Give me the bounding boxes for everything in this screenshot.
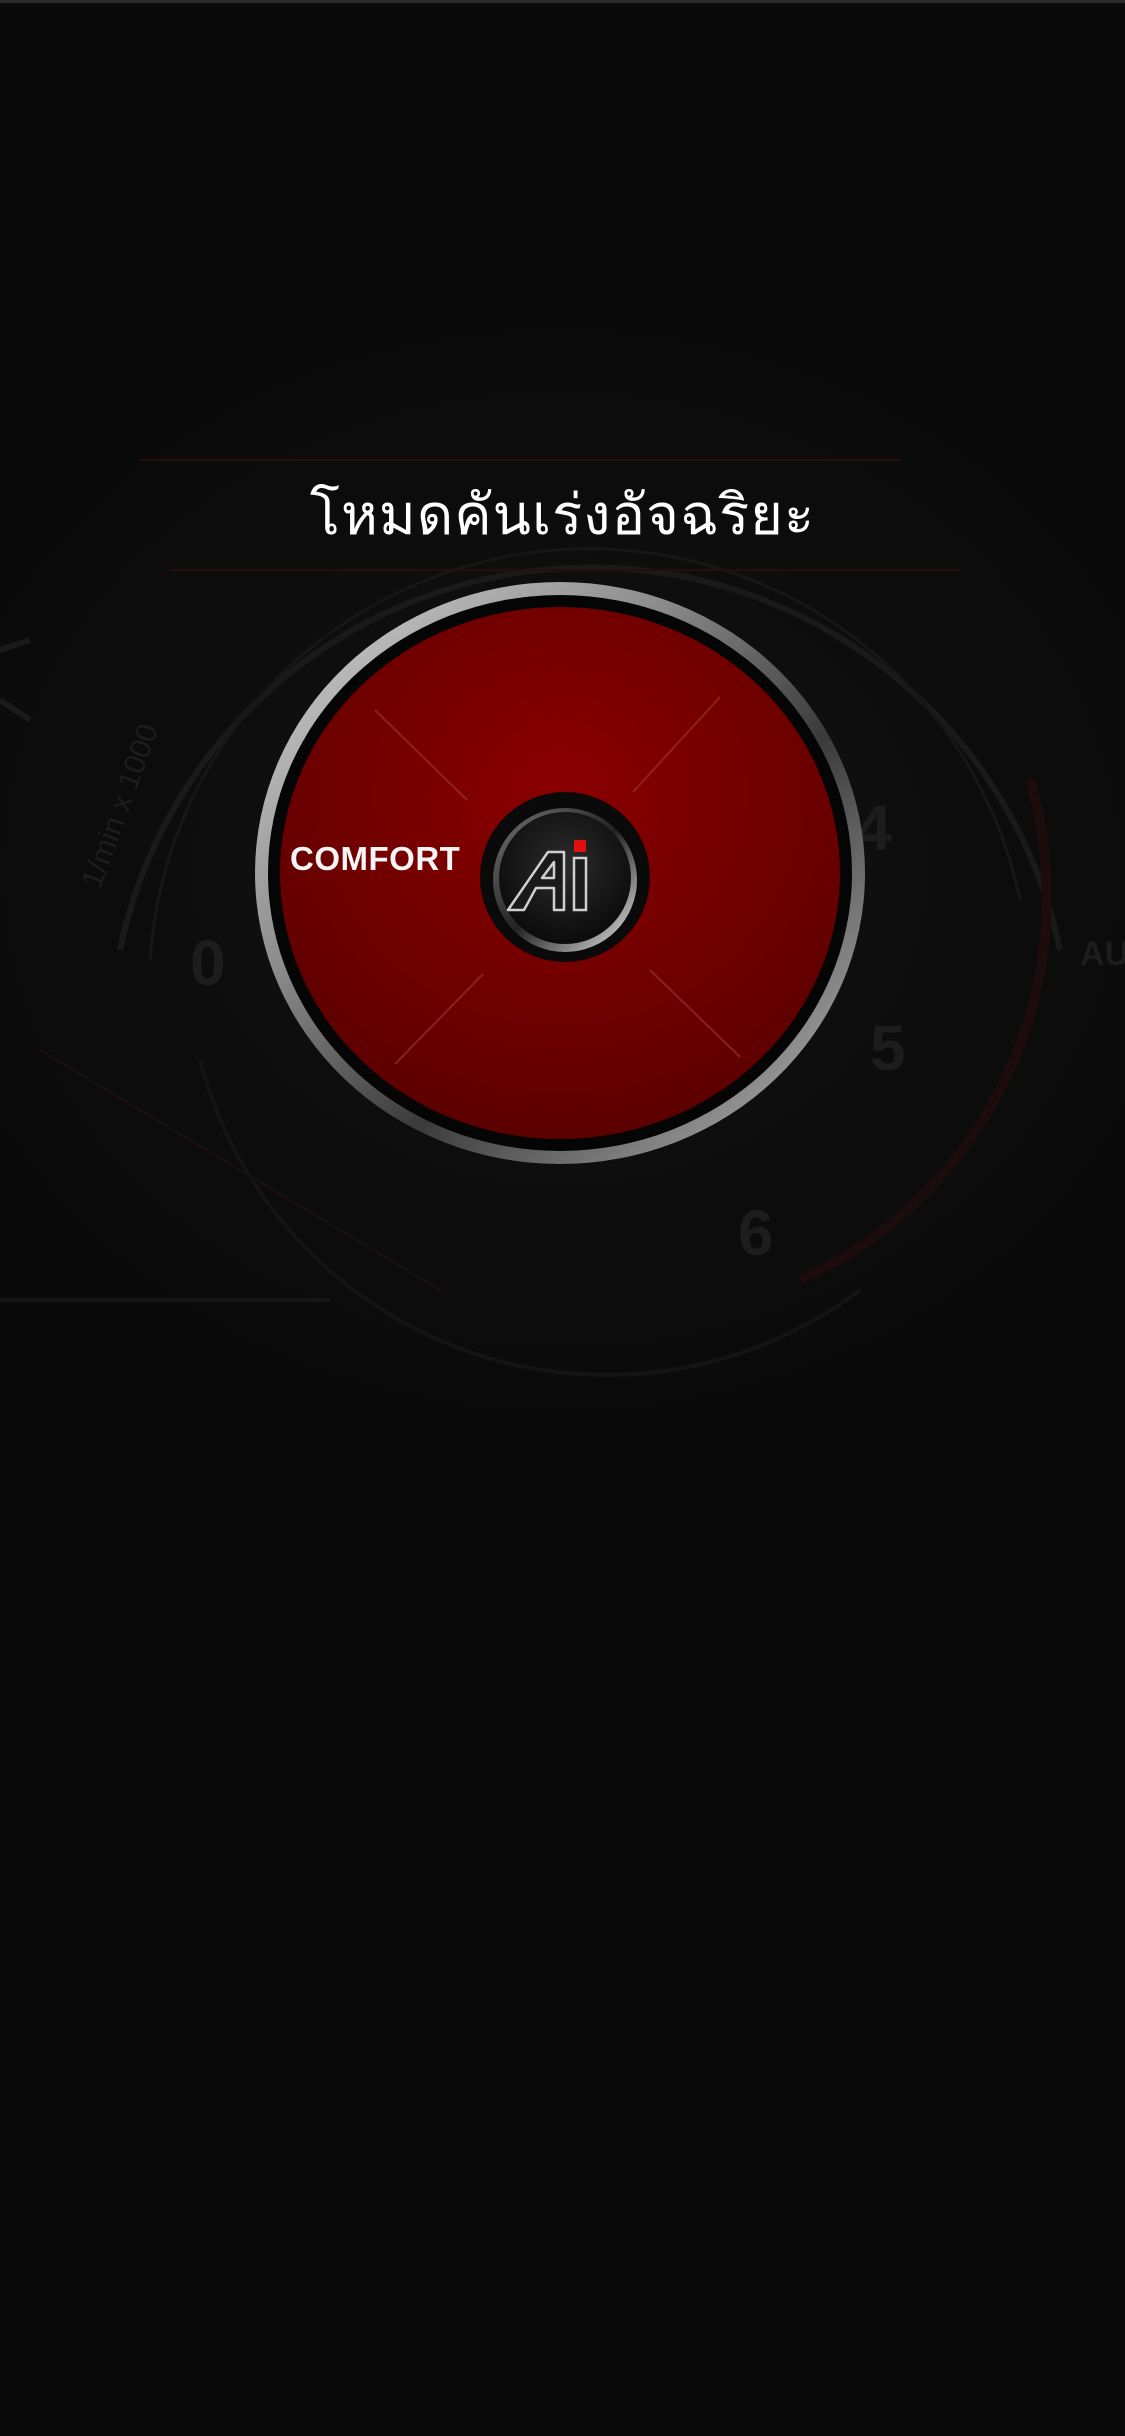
ai-logo-icon: [480, 792, 650, 962]
page-title: โหมดคันเร่งอัจฉริยะ: [309, 483, 816, 548]
gauge-tick-0: 0: [190, 927, 226, 999]
mode-label-comfort[interactable]: COMFORT: [290, 840, 460, 878]
gauge-side-label: AU: [1080, 935, 1125, 973]
gauge-tick-6: 6: [738, 1197, 774, 1269]
gauge-tick-5: 5: [870, 1012, 906, 1084]
gauge-unit-label: 1/min x 1000: [76, 720, 166, 893]
ai-center-button[interactable]: [480, 792, 650, 962]
status-strip: [0, 0, 1125, 3]
